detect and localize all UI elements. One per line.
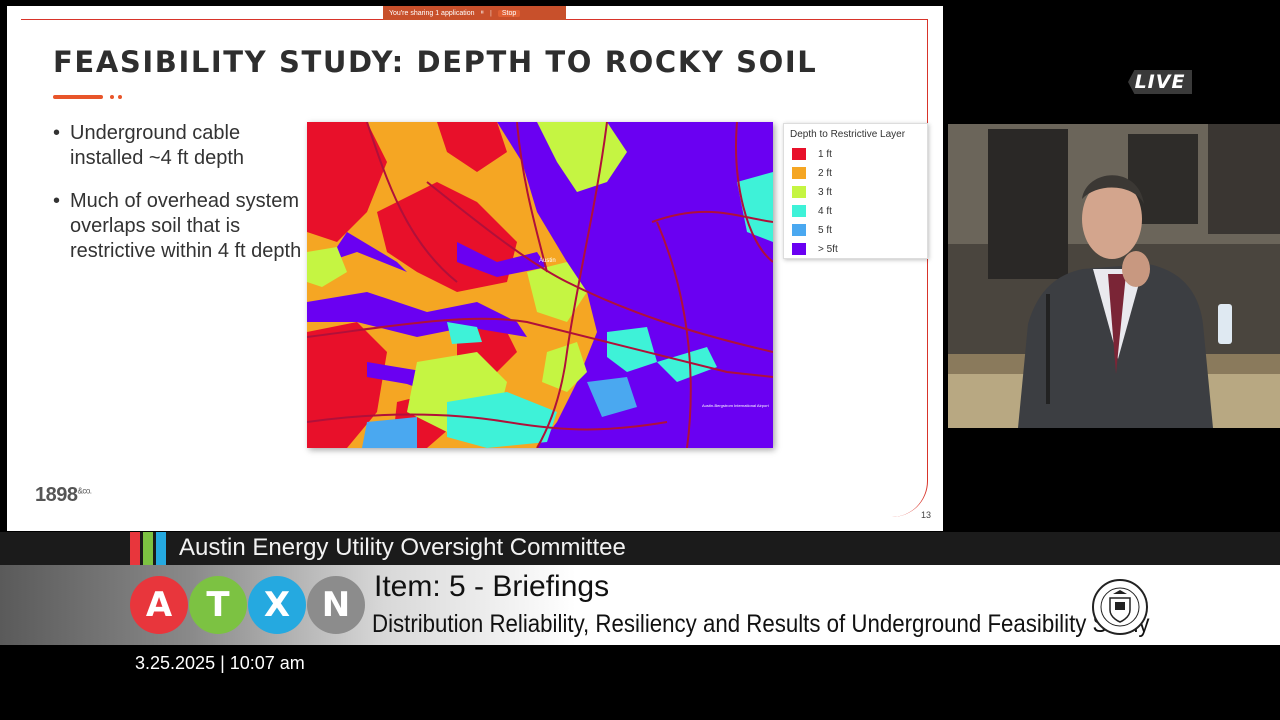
logo-letter: X (248, 576, 306, 634)
bullet-list: Underground cable installed ~4 ft depth … (53, 121, 303, 282)
share-status-text: You're sharing 1 application (389, 9, 475, 17)
slide-title: FEASIBILITY STUDY: DEPTH TO ROCKY SOIL (53, 45, 818, 79)
screen-share-bar: You're sharing 1 application ⏸ | Stop (383, 6, 566, 20)
color-stripe (143, 532, 153, 565)
city-seal-icon (1092, 579, 1148, 635)
legend-item: 5 ft (792, 224, 832, 236)
color-stripe (130, 532, 140, 565)
map-legend: Depth to Restrictive Layer 1 ft 2 ft 3 f… (783, 123, 928, 259)
legend-item: 1 ft (792, 148, 832, 160)
color-stripe (156, 532, 166, 565)
agenda-item-subtitle: Distribution Reliability, Resiliency and… (372, 610, 1150, 638)
logo-letter: N (307, 576, 365, 634)
title-dot (118, 95, 122, 99)
logo-letter: T (189, 576, 247, 634)
presentation-slide: FEASIBILITY STUDY: DEPTH TO ROCKY SOIL U… (7, 6, 943, 531)
live-badge: LIVE (1128, 70, 1192, 94)
camera-feed (948, 124, 1280, 428)
agenda-item-title: Item: 5 - Briefings (374, 570, 610, 603)
soil-depth-map: Austin Austin-Bergstrom International Ai… (307, 122, 773, 448)
divider: | (490, 9, 492, 17)
legend-item: 3 ft (792, 186, 832, 198)
title-underline (53, 95, 103, 99)
map-graphic: Austin Austin-Bergstrom International Ai… (307, 122, 773, 448)
bullet-item: Much of overhead system overlaps soil th… (53, 189, 303, 264)
bullet-item: Underground cable installed ~4 ft depth (53, 121, 303, 171)
map-label: Austin (539, 258, 556, 264)
legend-title: Depth to Restrictive Layer (790, 129, 906, 140)
legend-item: 4 ft (792, 205, 832, 217)
committee-name: Austin Energy Utility Oversight Committe… (179, 534, 626, 561)
company-logo: 1898&co. (35, 484, 92, 506)
atxn-logo: A T X N (130, 576, 365, 634)
speaker-video (948, 124, 1280, 428)
title-dot (110, 95, 114, 99)
pause-icon[interactable]: ⏸ (481, 9, 485, 17)
logo-letter: A (130, 576, 188, 634)
map-label: Austin-Bergstrom International Airport (702, 403, 770, 408)
legend-item: > 5ft (792, 243, 838, 255)
stop-share-button[interactable]: Stop (497, 9, 521, 17)
page-number: 13 (921, 510, 932, 520)
legend-item: 2 ft (792, 167, 832, 179)
timestamp: 3.25.2025 | 10:07 am (135, 653, 305, 673)
